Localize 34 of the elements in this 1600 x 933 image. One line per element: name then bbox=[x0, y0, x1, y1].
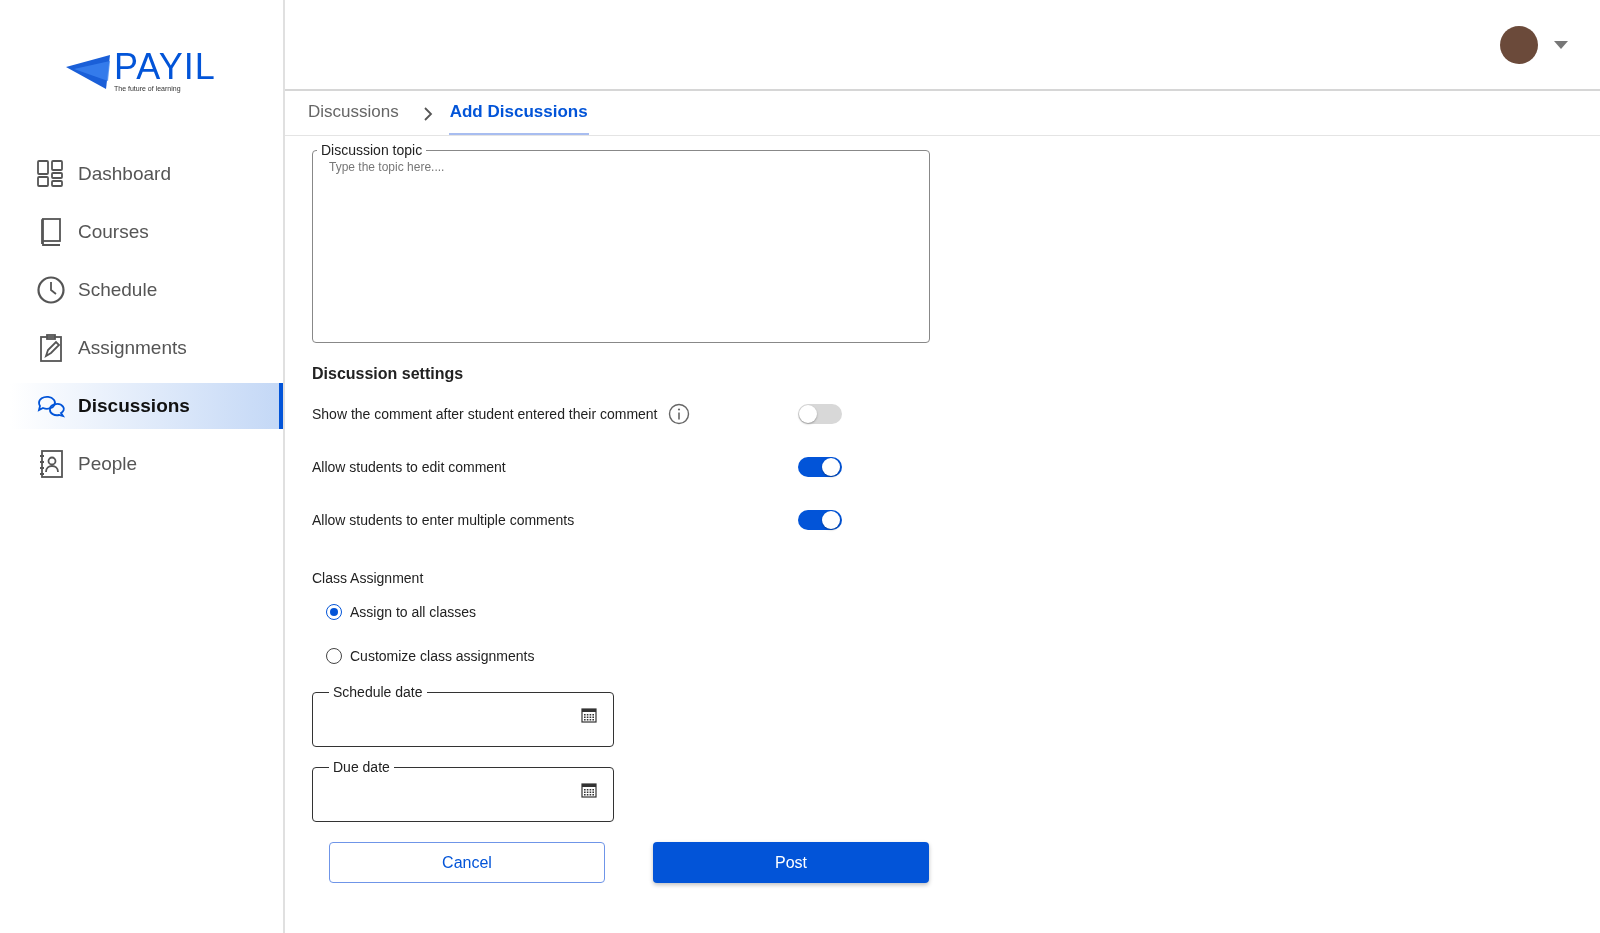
field-label: Schedule date bbox=[332, 684, 424, 700]
calendar-icon[interactable] bbox=[581, 707, 597, 723]
dashboard-icon bbox=[36, 159, 66, 189]
breadcrumb-link[interactable]: Discussions bbox=[307, 91, 400, 135]
radio-label[interactable]: Customize class assignments bbox=[350, 648, 535, 664]
sidebar-item[interactable]: Assignments bbox=[10, 325, 283, 371]
radio-label[interactable]: Assign to all classes bbox=[350, 604, 477, 620]
primary-button[interactable]: Post bbox=[653, 842, 929, 883]
chevron-right-icon bbox=[423, 107, 433, 121]
breadcrumb-link[interactable]: Add Discussions bbox=[448, 91, 589, 135]
logo-name: PAYIL bbox=[114, 48, 216, 85]
sidebar-item[interactable]: Courses bbox=[10, 209, 283, 255]
avatar[interactable] bbox=[1500, 25, 1538, 64]
date-field[interactable]: Schedule date bbox=[312, 684, 614, 747]
info-icon[interactable] bbox=[667, 403, 690, 425]
outline-button[interactable]: Cancel bbox=[329, 842, 605, 883]
toggle-switch[interactable] bbox=[798, 404, 842, 424]
sidebar-item[interactable]: Schedule bbox=[10, 267, 283, 313]
setting-label: Allow students to edit comment bbox=[312, 459, 506, 475]
calendar-icon[interactable] bbox=[581, 782, 597, 798]
setting-label: Allow students to enter multiple comments bbox=[312, 512, 575, 528]
topic-field[interactable]: Discussion topic Type the topic here.... bbox=[312, 142, 930, 343]
field-label: Due date bbox=[332, 759, 391, 775]
sidebar-item[interactable]: People bbox=[10, 441, 283, 487]
section-title: Discussion settings bbox=[312, 365, 465, 383]
field-label: Discussion topic bbox=[320, 142, 424, 158]
clock-icon bbox=[36, 275, 66, 305]
sidebar-item[interactable]: Dashboard bbox=[10, 151, 283, 197]
setting-label: Show the comment after student entered their comment bbox=[312, 406, 658, 422]
toggle-switch[interactable] bbox=[798, 510, 842, 530]
toggle-switch[interactable] bbox=[798, 457, 842, 477]
date-field[interactable]: Due date bbox=[312, 759, 614, 822]
section-label: Class Assignment bbox=[312, 570, 425, 586]
dropdown-caret-icon[interactable] bbox=[1554, 40, 1568, 49]
